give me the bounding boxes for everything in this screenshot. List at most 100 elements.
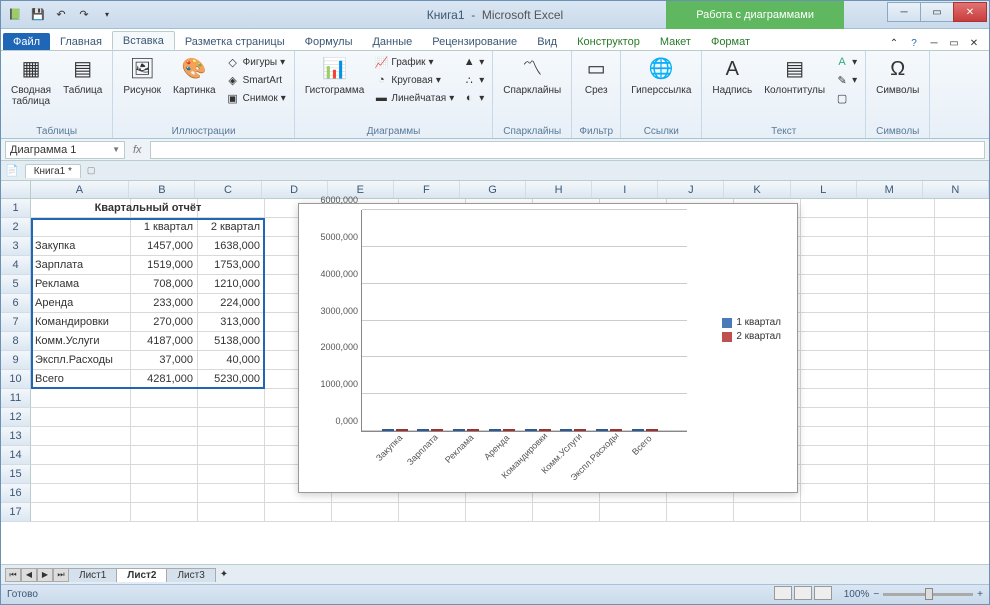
cell[interactable] xyxy=(131,484,198,503)
sheet-nav-next-icon[interactable]: ▶ xyxy=(37,568,53,582)
row-header-1[interactable]: 1 xyxy=(1,199,31,218)
cell[interactable]: 5230,000 xyxy=(198,370,265,389)
tab-file[interactable]: Файл xyxy=(3,33,50,50)
cell[interactable]: Комм.Услуги xyxy=(31,332,131,351)
row-header-15[interactable]: 15 xyxy=(1,465,31,484)
col-header-M[interactable]: M xyxy=(857,181,923,198)
sparklines-button[interactable]: 〽Спарклайны xyxy=(499,53,565,98)
cell[interactable] xyxy=(868,446,935,465)
cell[interactable] xyxy=(131,446,198,465)
cell[interactable]: 37,000 xyxy=(131,351,198,370)
cell[interactable] xyxy=(198,199,265,218)
cell[interactable] xyxy=(801,256,868,275)
col-header-A[interactable]: A xyxy=(31,181,130,198)
cell[interactable] xyxy=(466,503,533,522)
cell[interactable] xyxy=(935,427,989,446)
cell[interactable] xyxy=(935,484,989,503)
cell[interactable] xyxy=(868,275,935,294)
tab-review[interactable]: Рецензирование xyxy=(422,33,527,50)
cell[interactable] xyxy=(198,446,265,465)
cell[interactable] xyxy=(801,237,868,256)
cell[interactable]: Зарплата xyxy=(31,256,131,275)
row-header-10[interactable]: 10 xyxy=(1,370,31,389)
row-header-3[interactable]: 3 xyxy=(1,237,31,256)
help-icon[interactable]: ? xyxy=(907,36,921,50)
cell[interactable] xyxy=(935,351,989,370)
row-header-6[interactable]: 6 xyxy=(1,294,31,313)
cell[interactable] xyxy=(31,484,131,503)
row-header-4[interactable]: 4 xyxy=(1,256,31,275)
cell[interactable] xyxy=(935,332,989,351)
select-all-corner[interactable] xyxy=(1,181,31,198)
slicer-button[interactable]: ▭Срез xyxy=(578,53,614,98)
cell[interactable]: Экспл.Расходы xyxy=(31,351,131,370)
embedded-chart[interactable]: 0,0001000,0002000,0003000,0004000,000500… xyxy=(298,203,798,493)
row-header-17[interactable]: 17 xyxy=(1,503,31,522)
cell[interactable] xyxy=(801,503,868,522)
object-button[interactable]: ▢ xyxy=(833,89,859,107)
col-header-C[interactable]: C xyxy=(195,181,261,198)
cell[interactable] xyxy=(935,256,989,275)
sheet-tab-2[interactable]: Лист2 xyxy=(116,568,167,582)
cell[interactable]: 2 квартал xyxy=(198,218,265,237)
col-header-D[interactable]: D xyxy=(262,181,328,198)
cell[interactable] xyxy=(868,408,935,427)
cell[interactable] xyxy=(935,446,989,465)
cell[interactable] xyxy=(801,313,868,332)
textbox-button[interactable]: AНадпись xyxy=(708,53,756,98)
cell[interactable]: 1 квартал xyxy=(131,218,198,237)
cell[interactable] xyxy=(868,465,935,484)
cell[interactable] xyxy=(31,465,131,484)
formula-input[interactable] xyxy=(150,141,985,159)
view-page-break-icon[interactable] xyxy=(814,586,832,600)
tab-home[interactable]: Главная xyxy=(50,33,112,50)
cell[interactable] xyxy=(935,237,989,256)
row-header-9[interactable]: 9 xyxy=(1,351,31,370)
symbol-button[interactable]: ΩСимволы xyxy=(872,53,923,98)
cell[interactable] xyxy=(868,256,935,275)
minimize-ribbon-icon[interactable]: ⌃ xyxy=(887,36,901,50)
cell[interactable] xyxy=(399,503,466,522)
scatter-chart-button[interactable]: ∴ ▾ xyxy=(460,71,486,89)
cell[interactable]: Реклама xyxy=(31,275,131,294)
cell[interactable] xyxy=(935,199,989,218)
row-header-12[interactable]: 12 xyxy=(1,408,31,427)
cell[interactable] xyxy=(868,199,935,218)
cell[interactable] xyxy=(868,370,935,389)
cell[interactable] xyxy=(935,503,989,522)
row-header-7[interactable]: 7 xyxy=(1,313,31,332)
cell[interactable] xyxy=(131,199,198,218)
cell[interactable]: Закупка xyxy=(31,237,131,256)
cell[interactable]: Командировки xyxy=(31,313,131,332)
row-header-5[interactable]: 5 xyxy=(1,275,31,294)
bar[interactable] xyxy=(646,429,658,431)
tab-chart-format[interactable]: Формат xyxy=(701,33,760,50)
cell[interactable]: 4187,000 xyxy=(131,332,198,351)
tab-insert[interactable]: Вставка xyxy=(112,31,175,50)
tab-page-layout[interactable]: Разметка страницы xyxy=(175,33,295,50)
cell[interactable] xyxy=(198,389,265,408)
cell[interactable] xyxy=(198,484,265,503)
cell[interactable]: 1457,000 xyxy=(131,237,198,256)
shapes-button[interactable]: ◇Фигуры ▾ xyxy=(224,53,288,71)
cell[interactable]: 1210,000 xyxy=(198,275,265,294)
cell[interactable] xyxy=(868,484,935,503)
row-header-8[interactable]: 8 xyxy=(1,332,31,351)
col-header-K[interactable]: K xyxy=(724,181,790,198)
cell[interactable] xyxy=(868,294,935,313)
cell[interactable] xyxy=(31,389,131,408)
cell[interactable] xyxy=(868,218,935,237)
cell[interactable] xyxy=(198,503,265,522)
col-header-N[interactable]: N xyxy=(923,181,989,198)
tab-chart-design[interactable]: Конструктор xyxy=(567,33,650,50)
col-header-J[interactable]: J xyxy=(658,181,724,198)
headerfooter-button[interactable]: ▤Колонтитулы xyxy=(760,53,829,98)
cell[interactable] xyxy=(332,503,399,522)
cell[interactable] xyxy=(31,218,131,237)
cell[interactable] xyxy=(801,427,868,446)
zoom-level[interactable]: 100% xyxy=(844,589,870,600)
cell[interactable]: Аренда xyxy=(31,294,131,313)
bar[interactable] xyxy=(467,429,479,431)
picture-button[interactable]: 🖼Рисунок xyxy=(119,53,165,98)
row-header-16[interactable]: 16 xyxy=(1,484,31,503)
